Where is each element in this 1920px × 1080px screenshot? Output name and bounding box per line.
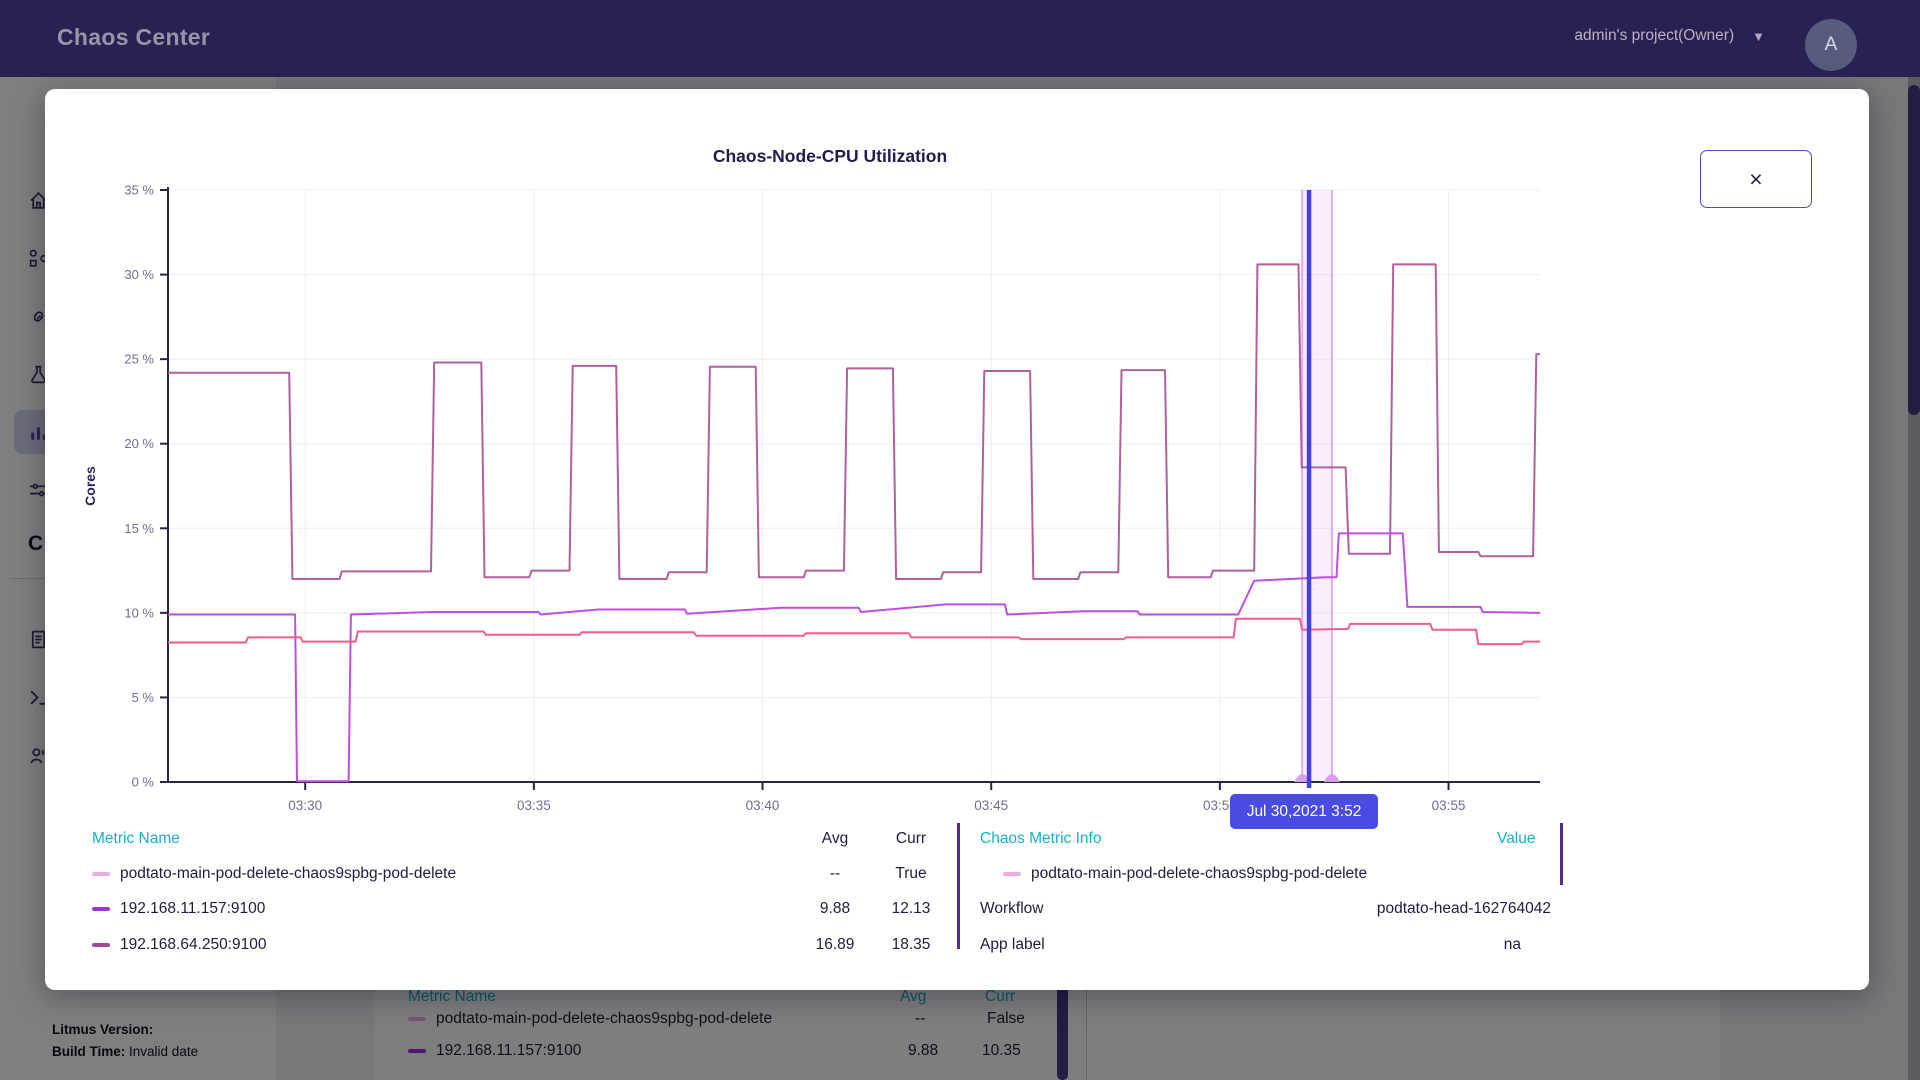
legend-divider xyxy=(957,823,960,949)
kv-value: podtato-head-162764042 xyxy=(980,900,1551,918)
legend-row[interactable]: 192.168.11.157:9100 xyxy=(92,900,732,918)
project-label: admin's project(Owner) xyxy=(1574,27,1734,45)
svg-text:03:35: 03:35 xyxy=(517,798,551,813)
legend-col-metric-name: Metric Name xyxy=(92,830,180,848)
chart-tooltip: Jul 30,2021 3:52 xyxy=(1230,794,1378,829)
metric-avg: 16.89 xyxy=(800,936,870,954)
metric-curr: 18.35 xyxy=(876,936,946,954)
legend-divider xyxy=(1560,823,1563,885)
svg-text:03:55: 03:55 xyxy=(1432,798,1466,813)
series-swatch xyxy=(1003,872,1021,876)
svg-text:20 %: 20 % xyxy=(124,436,154,451)
svg-text:03:30: 03:30 xyxy=(288,798,322,813)
legend-col-value: Value xyxy=(1497,830,1536,848)
legend-col-curr: Curr xyxy=(876,830,946,848)
legend-row[interactable]: 192.168.64.250:9100 xyxy=(92,936,732,954)
legend-row[interactable]: podtato-main-pod-delete-chaos9spbg-pod-d… xyxy=(1003,865,1551,883)
series-swatch xyxy=(92,943,110,947)
kv-value: na xyxy=(980,936,1521,954)
svg-text:30 %: 30 % xyxy=(124,267,154,282)
metric-name: 192.168.11.157:9100 xyxy=(120,900,265,918)
svg-text:10 %: 10 % xyxy=(124,605,154,620)
series-swatch xyxy=(92,872,110,876)
legend-col-avg: Avg xyxy=(800,830,870,848)
metric-name: podtato-main-pod-delete-chaos9spbg-pod-d… xyxy=(120,865,456,883)
svg-text:03:45: 03:45 xyxy=(974,798,1008,813)
avatar[interactable]: A xyxy=(1805,19,1857,71)
project-selector[interactable]: admin's project(Owner) ▼ xyxy=(1574,27,1765,45)
metric-curr: 12.13 xyxy=(876,900,946,918)
app-title: Chaos Center xyxy=(57,24,210,51)
metric-name: 192.168.64.250:9100 xyxy=(120,936,267,954)
chaos-metric-name: podtato-main-pod-delete-chaos9spbg-pod-d… xyxy=(1031,865,1367,883)
app-header: Chaos Center admin's project(Owner) ▼ A xyxy=(0,0,1920,77)
cpu-utilization-chart[interactable]: 0 % 5 % 10 % 15 % 20 % 25 % 30 % 35 % 03:30 03:35… xyxy=(45,89,1869,839)
svg-text:03:40: 03:40 xyxy=(746,798,780,813)
svg-text:25 %: 25 % xyxy=(124,352,154,367)
legend-row[interactable]: podtato-main-pod-delete-chaos9spbg-pod-d… xyxy=(92,865,732,883)
legend-col-chaos-info: Chaos Metric Info xyxy=(980,830,1101,848)
svg-text:0 %: 0 % xyxy=(132,775,155,790)
chart-modal: Chaos-Node-CPU Utilization × 0 %5 %10 %1… xyxy=(45,89,1869,990)
svg-text:35 %: 35 % xyxy=(124,183,154,198)
chevron-down-icon: ▼ xyxy=(1752,29,1765,44)
metric-avg: 9.88 xyxy=(800,900,870,918)
svg-text:Cores: Cores xyxy=(82,466,98,506)
metric-curr: True xyxy=(876,865,946,883)
svg-text:15 %: 15 % xyxy=(124,521,154,536)
svg-text:5 %: 5 % xyxy=(132,690,155,705)
series-swatch xyxy=(92,907,110,911)
metric-avg: -- xyxy=(800,865,870,883)
